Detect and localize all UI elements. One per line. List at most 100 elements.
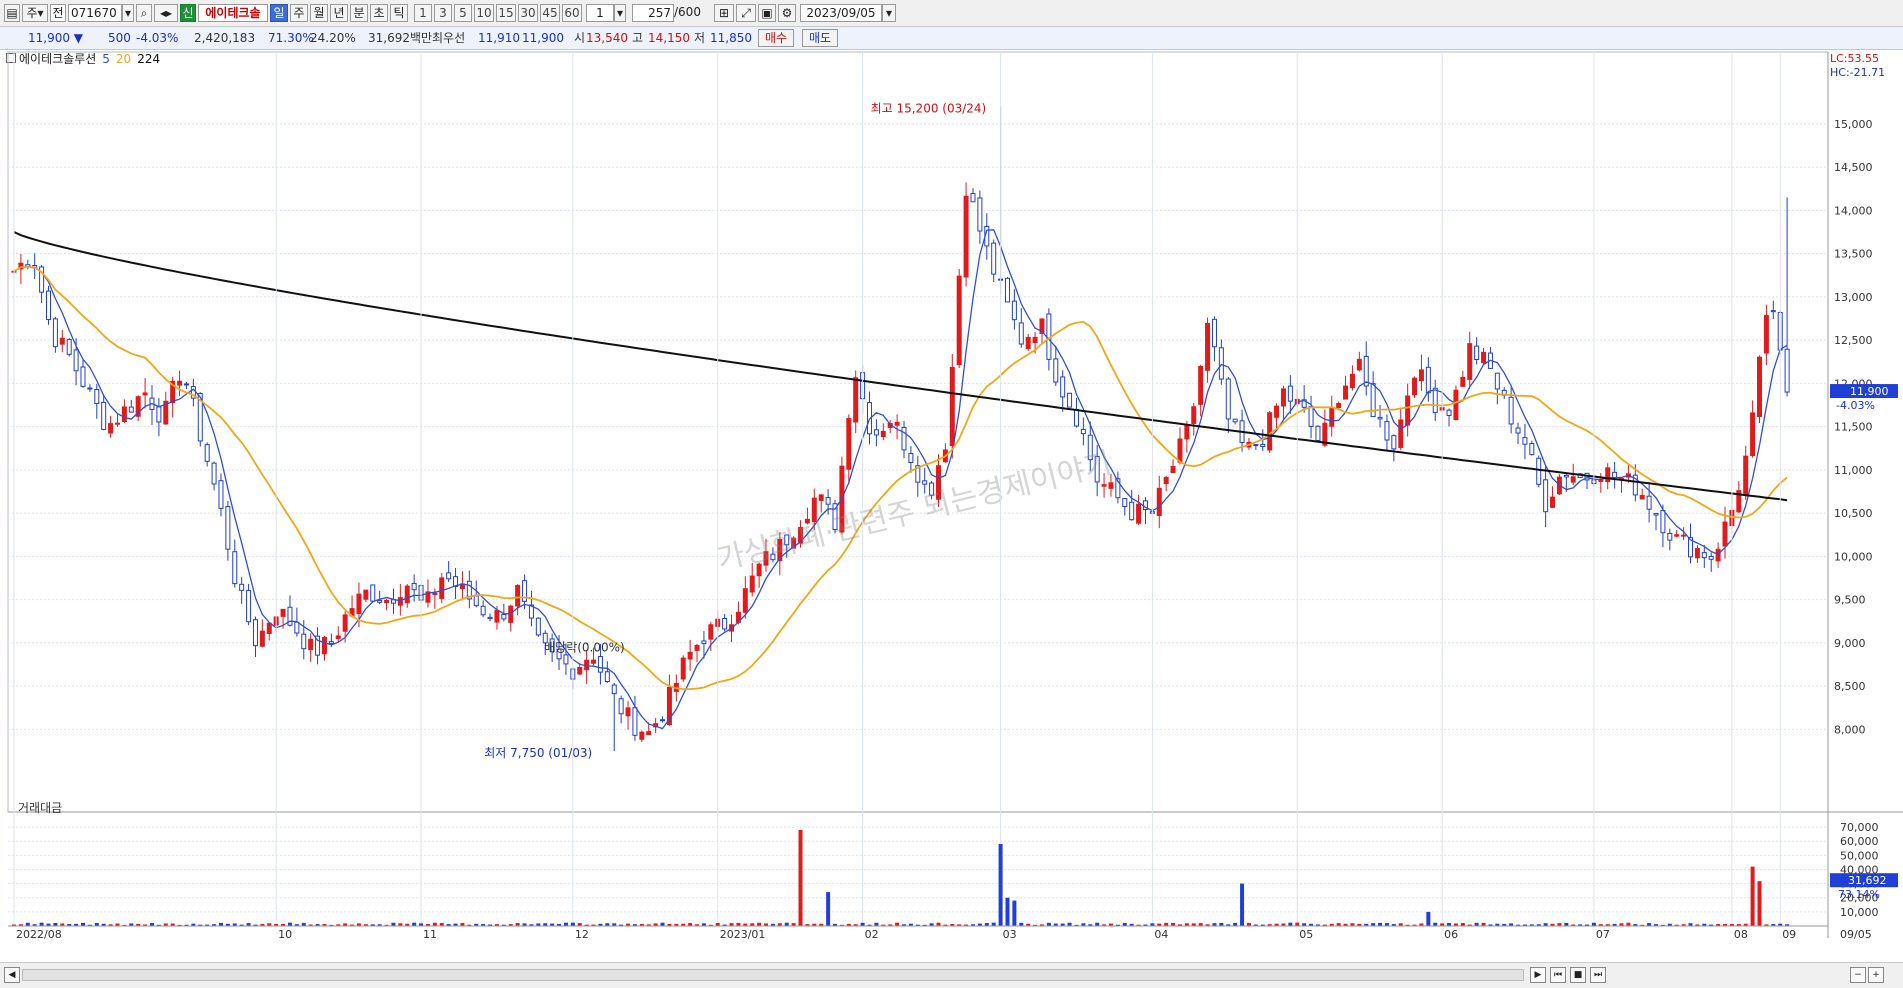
zoom-in-icon[interactable]: + [1868,967,1884,983]
scroll-left-icon[interactable]: ◀ [4,967,20,983]
unit-1[interactable]: 1 [414,4,432,22]
candle-body [632,707,638,736]
period-tab-week[interactable]: 주 [290,4,308,22]
volume-tick-label: 50,000 [1840,849,1879,862]
high-label: 고 [632,31,644,45]
scroll-first-icon[interactable]: ⏮ [1550,967,1566,983]
unit-10[interactable]: 10 [474,4,494,22]
candle-body [1750,412,1756,457]
best-ask: 11,910 [478,31,520,45]
chart-settings-icon[interactable]: ⊞ [714,4,734,22]
candle-body [1356,358,1362,371]
unit-30[interactable]: 30 [518,4,538,22]
scroll-track[interactable] [22,969,1524,981]
ma224-line [13,231,1788,502]
buy-button[interactable]: 매수 [758,29,795,47]
low-annotation: 최저 7,750 (01/03) [484,746,592,760]
candle-body [1129,501,1135,521]
lc-label: LC:53.55 [1830,52,1879,65]
volume-ratio: 71.30% [268,31,314,45]
candle-body [384,599,390,604]
nav-prev-icon[interactable]: ◂▸ [154,4,178,22]
candle-body [1018,322,1024,345]
price-chart[interactable]: 8,000 8,500 9,000 9,500 10,000 10,500 11,000 11… [0,50,1903,962]
candle-body [846,418,852,470]
candle-body [404,585,410,604]
market-select-2[interactable]: 전 [50,4,66,22]
unit-input[interactable]: 1 [586,4,614,22]
sell-button[interactable]: 매도 [802,29,839,47]
candle-body [1253,444,1259,447]
period-tab-month[interactable]: 월 [310,4,328,22]
volume-tick-label: 70,000 [1840,821,1879,834]
candle-body [825,497,831,505]
unit-dropdown-icon[interactable]: ▾ [614,4,626,22]
candle-body [1694,548,1700,559]
volume-title: 거래대금 [18,801,62,815]
zoom-out-icon[interactable]: − [1850,967,1866,983]
candle-body [515,584,521,607]
period-tab-second[interactable]: 초 [370,4,388,22]
candle-body [301,633,307,650]
candle-body [1329,407,1335,427]
period-tab-minute[interactable]: 분 [350,4,368,22]
candle-body [873,429,879,436]
candle-body [321,636,327,655]
candle-body [328,641,334,644]
price-tick-label: 8,000 [1834,723,1866,736]
x-tick-label: 12 [575,928,589,941]
period-tab-day[interactable]: 일 [270,4,288,22]
candle-body [1205,323,1211,371]
candle-body [1308,406,1314,427]
volume-bar [1005,897,1010,926]
candle-body [853,377,859,423]
candle-body [708,624,714,640]
unit-3[interactable]: 3 [434,4,452,22]
unit-5[interactable]: 5 [454,4,472,22]
scroll-stop-icon[interactable]: ■ [1570,967,1586,983]
watermark-text: 가상화폐·관련주 되는경제이야기 [713,446,1115,578]
x-tick-label: 02 [865,928,879,941]
candle-body [473,595,479,607]
period-tab-year[interactable]: 년 [330,4,348,22]
code-dropdown-icon[interactable]: ▾ [122,4,134,22]
date-picker-icon[interactable]: ▾ [882,4,896,22]
volume-bar [784,922,789,926]
candle-body [294,621,300,634]
search-icon[interactable]: ⌕ [136,4,152,22]
candle-body [1218,347,1224,380]
candle-body [1460,376,1466,387]
market-select[interactable]: 주▾ [22,4,48,22]
date-input[interactable]: 2023/09/05 [800,4,882,22]
candle-body [1384,421,1390,441]
candle-body [1432,387,1438,413]
volume-bar [1295,922,1300,926]
price-tick-label: 11,500 [1834,421,1873,434]
unit-60[interactable]: 60 [562,4,582,22]
candle-body [183,383,189,386]
x-tick-label: 04 [1154,928,1168,941]
period-tab-tick[interactable]: 틱 [390,4,408,22]
candle-body [446,572,452,580]
zoom-icon[interactable]: ⤢ [736,4,756,22]
x-tick-label: 08 [1734,928,1748,941]
gear-icon[interactable]: ⚙ [778,4,796,22]
chart-scrollbar[interactable]: ◀ ▶ ⏮ ■ ⏭ − + [0,962,1903,988]
menu-icon[interactable]: ▤ [4,4,20,22]
scroll-right-icon[interactable]: ▶ [1530,967,1546,983]
candle-body [432,592,438,595]
x-tick-label: 09/05 [1840,928,1872,941]
price-tick-label: 10,000 [1834,550,1873,563]
unit-45[interactable]: 45 [540,4,560,22]
candle-body [1053,358,1059,383]
save-icon[interactable]: ▣ [758,4,776,22]
best-ask-label: 최우선 [432,31,466,45]
candle-body [204,444,210,462]
scroll-last-icon[interactable]: ⏭ [1590,967,1606,983]
count-input[interactable]: 257 [632,4,674,22]
stock-code-input[interactable]: 071670 [68,4,122,22]
unit-15[interactable]: 15 [496,4,516,22]
candle-body [66,338,72,355]
price-tick-label: 13,000 [1834,291,1873,304]
candle-body [1108,482,1114,489]
